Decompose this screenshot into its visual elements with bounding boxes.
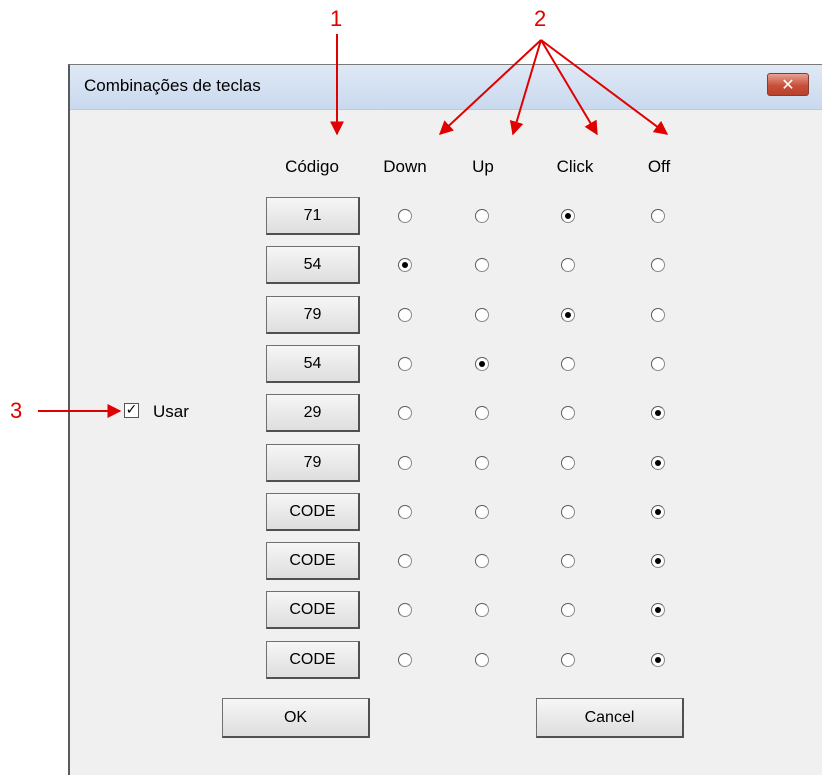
radio-off[interactable] [651, 258, 665, 272]
callout-3: 3 [10, 398, 23, 423]
header-up: Up [472, 157, 494, 176]
radio-click[interactable] [561, 554, 575, 568]
radio-off[interactable] [651, 456, 665, 470]
code-button[interactable]: 54 [266, 345, 360, 383]
close-icon: ✕ [781, 75, 795, 94]
code-button[interactable]: 71 [266, 197, 360, 235]
radio-up[interactable] [475, 406, 489, 420]
radio-off[interactable] [651, 653, 665, 667]
dialog-title: Combinações de teclas [84, 76, 261, 95]
close-button[interactable]: ✕ [767, 73, 809, 96]
header-down: Down [383, 157, 427, 176]
radio-down[interactable] [398, 653, 412, 667]
code-button[interactable]: 54 [266, 246, 360, 284]
radio-down[interactable] [398, 406, 412, 420]
title-bar: Combinações de teclas ✕ [70, 65, 822, 110]
radio-click[interactable] [561, 406, 575, 420]
code-button[interactable]: 79 [266, 444, 360, 482]
usar-checkbox[interactable]: ✓ [124, 403, 139, 418]
code-button[interactable]: CODE [266, 591, 360, 629]
radio-click[interactable] [561, 456, 575, 470]
callout-2: 2 [534, 6, 547, 31]
radio-click[interactable] [561, 209, 575, 223]
ok-button[interactable]: OK [222, 698, 370, 738]
radio-off[interactable] [651, 505, 665, 519]
radio-down[interactable] [398, 456, 412, 470]
radio-up[interactable] [475, 209, 489, 223]
radio-off[interactable] [651, 209, 665, 223]
radio-down[interactable] [398, 258, 412, 272]
radio-off[interactable] [651, 357, 665, 371]
code-button[interactable]: CODE [266, 542, 360, 580]
radio-click[interactable] [561, 357, 575, 371]
radio-off[interactable] [651, 603, 665, 617]
checkmark-icon: ✓ [125, 402, 138, 418]
radio-down[interactable] [398, 505, 412, 519]
code-button[interactable]: 29 [266, 394, 360, 432]
radio-up[interactable] [475, 456, 489, 470]
header-click: Click [556, 157, 594, 176]
radio-down[interactable] [398, 357, 412, 371]
radio-down[interactable] [398, 554, 412, 568]
radio-click[interactable] [561, 505, 575, 519]
code-button[interactable]: 79 [266, 296, 360, 334]
radio-click[interactable] [561, 603, 575, 617]
radio-up[interactable] [475, 603, 489, 617]
radio-click[interactable] [561, 653, 575, 667]
header-off: Off [647, 157, 671, 176]
radio-up[interactable] [475, 653, 489, 667]
code-button[interactable]: CODE [266, 641, 360, 679]
radio-off[interactable] [651, 308, 665, 322]
radio-up[interactable] [475, 308, 489, 322]
radio-off[interactable] [651, 406, 665, 420]
radio-click[interactable] [561, 258, 575, 272]
usar-label: Usar [153, 402, 189, 421]
radio-up[interactable] [475, 554, 489, 568]
radio-down[interactable] [398, 209, 412, 223]
radio-up[interactable] [475, 505, 489, 519]
callout-1: 1 [330, 6, 343, 31]
radio-up[interactable] [475, 357, 489, 371]
header-code: Código [285, 157, 339, 176]
radio-off[interactable] [651, 554, 665, 568]
code-button[interactable]: CODE [266, 493, 360, 531]
radio-down[interactable] [398, 603, 412, 617]
radio-up[interactable] [475, 258, 489, 272]
cancel-button[interactable]: Cancel [536, 698, 684, 738]
radio-click[interactable] [561, 308, 575, 322]
radio-down[interactable] [398, 308, 412, 322]
